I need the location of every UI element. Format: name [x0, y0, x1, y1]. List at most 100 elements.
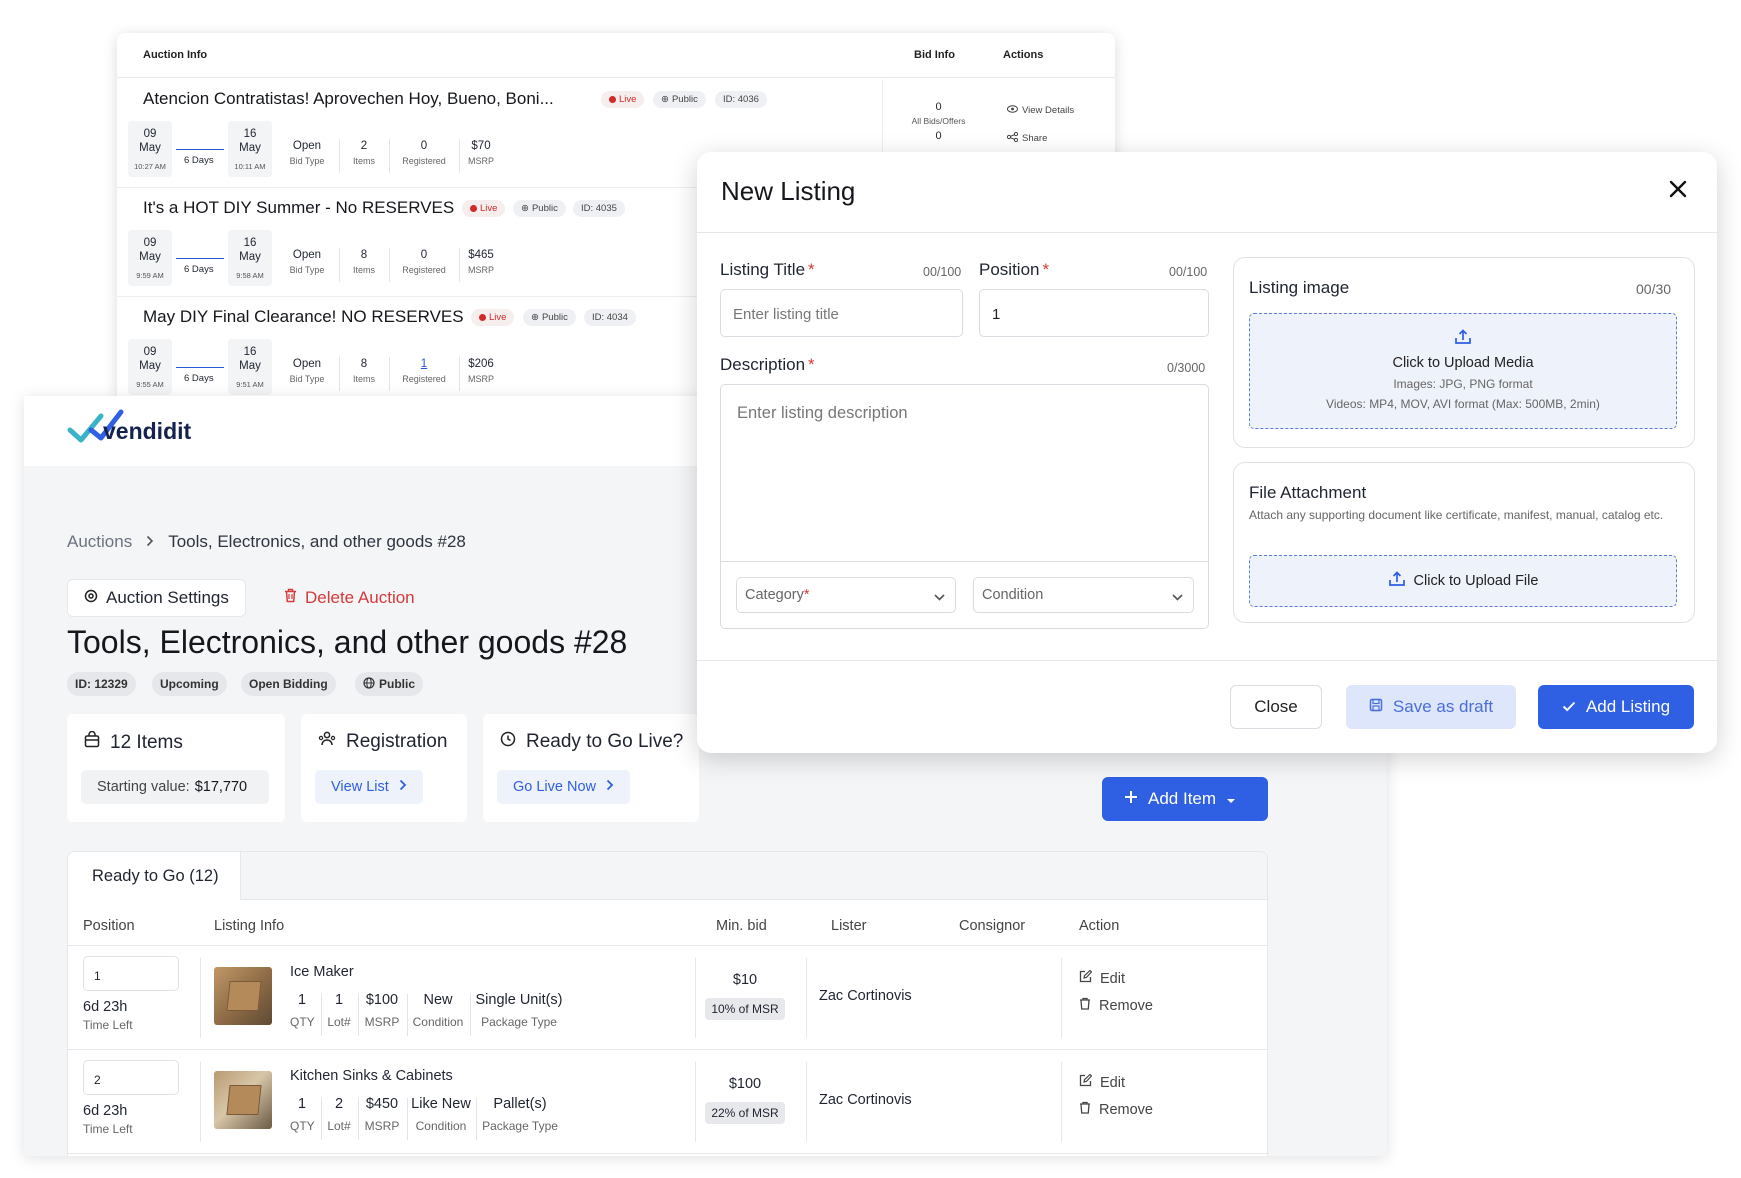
auction-title[interactable]: It's a HOT DIY Summer - No RESERVES — [143, 198, 454, 218]
end-month: May — [239, 360, 261, 372]
item-thumbnail[interactable] — [214, 967, 272, 1025]
position-input[interactable]: 1 — [83, 956, 179, 991]
items-value: 2 — [360, 140, 368, 152]
condition-label: Condition — [412, 1015, 464, 1029]
public-label: Public — [531, 203, 558, 214]
save-draft-label: Save as draft — [1392, 697, 1494, 716]
registered-link[interactable]: 1 — [421, 358, 427, 370]
items-table: Ready to Go (12) Position Listing Info M… — [67, 851, 1268, 1156]
condition-value: New — [423, 992, 453, 1008]
description-label-text: Description — [720, 355, 806, 374]
live-label: Live — [489, 312, 507, 323]
view-list-button[interactable]: View List — [315, 770, 423, 804]
tab-ready-to-go[interactable]: Ready to Go (12) — [68, 852, 241, 900]
live-label: Live — [480, 203, 498, 214]
auction-title[interactable]: Atencion Contratistas! Aprovechen Hoy, B… — [143, 89, 554, 109]
position-input[interactable]: 2 — [83, 1060, 179, 1095]
trash-icon — [284, 588, 297, 608]
min-bid-value: $10 — [732, 972, 758, 988]
public-badge: ⊕ Public — [523, 309, 576, 326]
footer-divider — [697, 660, 1717, 661]
time-left: 6d 23h Time Left — [83, 999, 133, 1033]
upload-videos-hint: Videos: MP4, MOV, AVI format (Max: 500MB… — [1326, 397, 1600, 411]
registered-label: Registered — [402, 265, 446, 275]
modal-title: New Listing — [721, 176, 856, 206]
msrp-stat: $206 MSRP — [463, 357, 499, 387]
min-bid-percent: 10% of MSR — [705, 998, 785, 1020]
items-label: Items — [352, 374, 375, 384]
edit-button[interactable]: Edit — [1079, 1073, 1125, 1091]
items-label: Items — [352, 156, 375, 166]
view-details-link[interactable]: View Details — [1007, 105, 1074, 116]
msrp-stat: $100 MSRP — [361, 992, 403, 1031]
go-live-card: Ready to Go Live? Go Live Now — [483, 714, 699, 822]
start-time: 9:59 AM — [136, 271, 164, 280]
upload-media-dropzone[interactable]: Click to Upload Media Images: JPG, PNG f… — [1249, 313, 1677, 429]
close-button[interactable]: Close — [1230, 685, 1322, 729]
view-list-label: View List — [331, 779, 389, 795]
time-left-value: 6d 23h — [83, 999, 128, 1015]
msrp-value: $206 — [468, 358, 494, 370]
duration: 6 Days — [184, 373, 214, 384]
logo[interactable]: vendidit — [67, 408, 191, 446]
item-name[interactable]: Ice Maker — [290, 964, 354, 980]
position-input[interactable]: 1 — [979, 289, 1209, 337]
save-draft-button[interactable]: Save as draft — [1346, 685, 1516, 729]
divider — [389, 248, 390, 282]
remove-button[interactable]: Remove — [1079, 997, 1153, 1014]
lot-stat: 1 Lot# — [324, 992, 354, 1031]
modal-header: New Listing — [697, 152, 1717, 233]
upload-file-dropzone[interactable]: Click to Upload File — [1249, 555, 1677, 607]
listing-title-input[interactable]: Enter listing title — [720, 289, 963, 337]
breadcrumb-root[interactable]: Auctions — [67, 532, 132, 552]
edit-button[interactable]: Edit — [1079, 969, 1125, 987]
msrp-stat: $70 MSRP — [463, 139, 499, 169]
go-live-title: Ready to Go Live? — [526, 731, 684, 752]
check-icon — [1562, 697, 1576, 717]
msrp-label: MSRP — [364, 1015, 400, 1029]
end-date: 16 May 9:51 AM — [228, 339, 272, 395]
add-item-button[interactable]: Add Item — [1102, 777, 1268, 821]
msrp-stat: $465 MSRP — [463, 248, 499, 278]
chevron-down-icon — [1172, 589, 1183, 605]
listing-image-section: Listing image 00/30 Click to Upload Medi… — [1233, 257, 1695, 448]
upload-file-label: Click to Upload File — [1413, 573, 1539, 589]
divider — [806, 1062, 807, 1142]
chevron-right-icon — [606, 779, 614, 795]
add-listing-button[interactable]: Add Listing — [1538, 685, 1694, 729]
package-value: Pallet(s) — [493, 1096, 547, 1112]
divider — [200, 958, 201, 1038]
caret-down-icon — [1226, 789, 1236, 809]
globe-icon: ⊕ — [661, 94, 669, 105]
go-live-now-button[interactable]: Go Live Now — [497, 770, 631, 804]
end-month: May — [239, 251, 261, 263]
auction-settings-button[interactable]: Auction Settings — [67, 579, 246, 617]
msrp-stat: $450 MSRP — [361, 1096, 403, 1135]
msrp-value: $70 — [471, 140, 491, 152]
close-icon[interactable] — [1669, 180, 1687, 203]
package-stat: Pallet(s) Package Type — [480, 1096, 560, 1135]
bids-count: 0 All Bids/Offers — [892, 100, 985, 128]
auction-title[interactable]: May DIY Final Clearance! NO RESERVES — [143, 307, 464, 327]
items-value: 8 — [360, 249, 368, 261]
item-name[interactable]: Kitchen Sinks & Cabinets — [290, 1068, 453, 1084]
divider — [721, 561, 1208, 562]
duration: 6 Days — [184, 155, 214, 166]
divider — [389, 357, 390, 391]
column-action: Action — [1079, 918, 1120, 934]
auction-table-header: Auction Info Bid Info Actions — [117, 33, 1115, 78]
bid-type-value: Open — [292, 358, 322, 370]
category-select[interactable]: Category* — [736, 577, 956, 613]
registration-card: Registration View List — [301, 714, 467, 822]
share-link[interactable]: Share — [1006, 131, 1047, 145]
end-time: 10:11 AM — [234, 162, 266, 171]
item-thumbnail[interactable] — [214, 1071, 272, 1129]
second-count: 0 — [935, 130, 942, 142]
description-textarea[interactable]: Enter listing description Category* Cond… — [720, 384, 1209, 629]
file-attachment-hint: Attach any supporting document like cert… — [1249, 508, 1664, 522]
condition-select[interactable]: Condition — [973, 577, 1194, 613]
msrp-label: MSRP — [467, 265, 494, 275]
delete-auction-button[interactable]: Delete Auction — [272, 579, 427, 617]
category-placeholder: Category — [745, 587, 804, 603]
remove-button[interactable]: Remove — [1079, 1101, 1153, 1118]
